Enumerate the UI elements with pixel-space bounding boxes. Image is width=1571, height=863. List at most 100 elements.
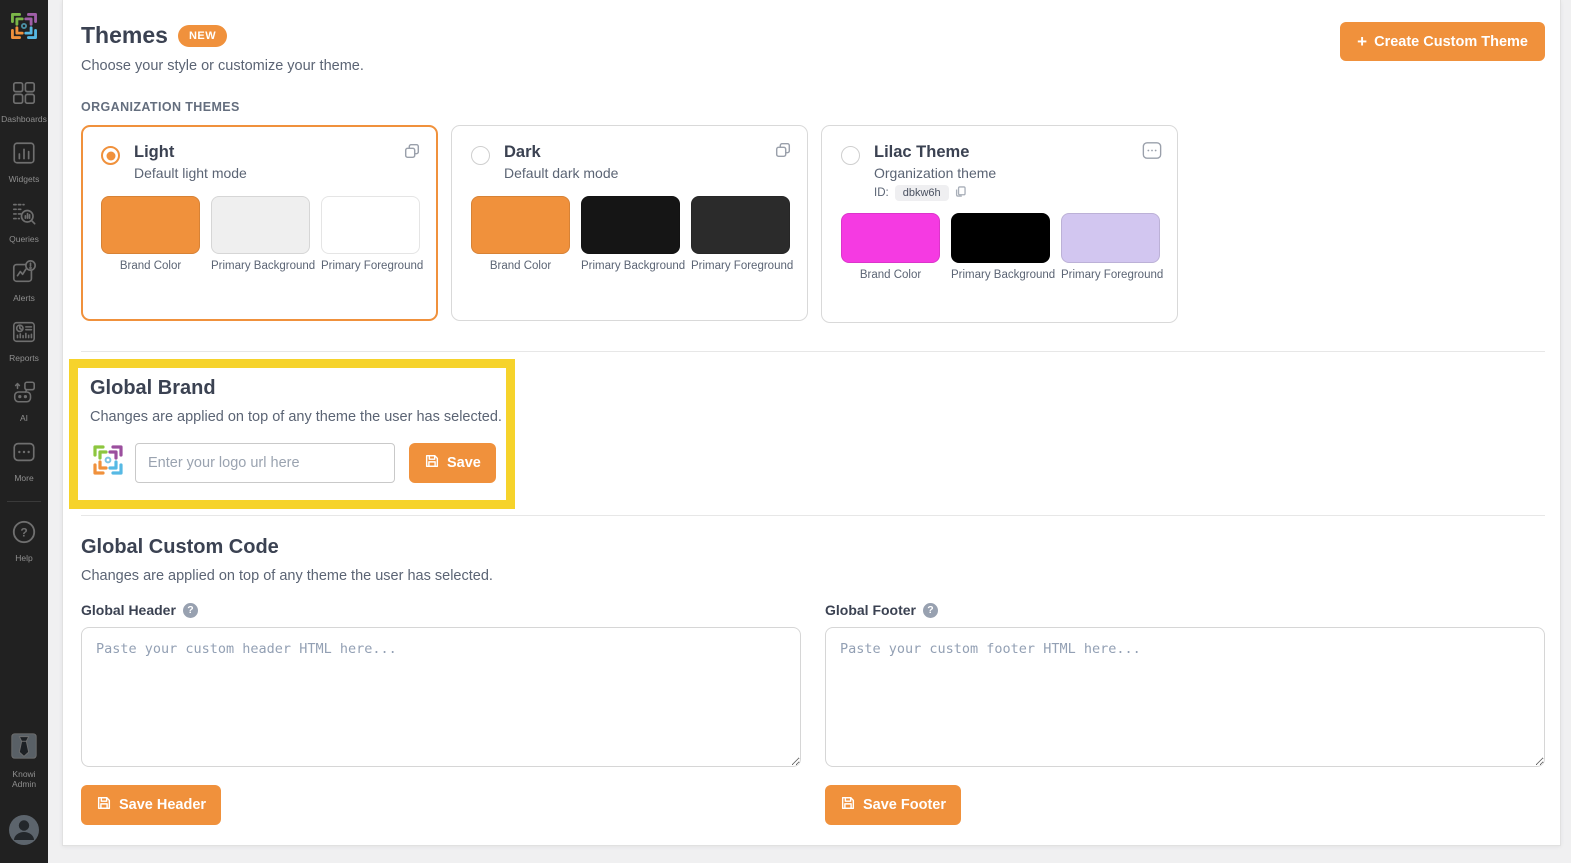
sidebar-divider	[7, 501, 41, 502]
sidebar-item-more[interactable]: More	[0, 432, 48, 492]
knowi-logo[interactable]	[8, 10, 40, 47]
swatch-label: Brand Color	[101, 260, 200, 272]
swatch-primary-foreground[interactable]	[691, 196, 790, 254]
dashboards-icon	[11, 80, 37, 111]
create-custom-theme-button[interactable]: + Create Custom Theme	[1340, 22, 1545, 61]
theme-name: Light	[134, 143, 247, 162]
sidebar-item-label: More	[14, 474, 33, 484]
global-custom-code-description: Changes are applied on top of any theme …	[81, 568, 1545, 584]
sidebar-item-queries[interactable]: Queries	[0, 193, 48, 253]
sidebar-item-label: Help	[15, 554, 32, 564]
swatch-label: Primary Background	[211, 260, 310, 272]
swatch-primary-foreground[interactable]	[321, 196, 420, 254]
queries-icon	[11, 200, 37, 231]
sidebar-item-label: AI	[20, 414, 28, 424]
global-footer-textarea[interactable]	[825, 627, 1545, 767]
brand-logo-preview	[90, 442, 126, 483]
save-icon	[840, 795, 856, 815]
section-divider	[81, 515, 1545, 516]
theme-id-value: dbkw6h	[895, 185, 949, 201]
page-subtitle: Choose your style or customize your them…	[81, 58, 364, 74]
copy-id-icon[interactable]	[949, 185, 967, 201]
global-brand-title: Global Brand	[90, 377, 506, 400]
reports-icon	[11, 319, 37, 350]
alerts-icon	[11, 259, 37, 290]
plus-icon: +	[1357, 33, 1367, 50]
swatch-brand-color[interactable]	[841, 213, 940, 263]
swatch-primary-background[interactable]	[211, 196, 310, 254]
copy-icon[interactable]	[403, 142, 421, 165]
save-header-button[interactable]: Save Header	[81, 785, 221, 825]
swatch-brand-color[interactable]	[471, 196, 570, 254]
svg-text:?: ?	[20, 526, 27, 540]
theme-card-dark[interactable]: Dark Default dark mode Brand Color Prima…	[451, 125, 808, 321]
swatch-primary-foreground[interactable]	[1061, 213, 1160, 263]
sidebar-item-alerts[interactable]: Alerts	[0, 252, 48, 312]
swatch-label: Primary Foreground	[1061, 269, 1160, 281]
swatch-label: Brand Color	[471, 260, 570, 272]
help-tooltip-icon[interactable]: ?	[923, 603, 938, 618]
sidebar-item-reports[interactable]: Reports	[0, 312, 48, 372]
global-brand-section-highlight: Global Brand Changes are applied on top …	[69, 359, 515, 509]
theme-description: Organization theme	[874, 165, 996, 181]
avatar[interactable]	[6, 812, 42, 853]
help-icon: ?	[11, 519, 37, 550]
save-footer-button[interactable]: Save Footer	[825, 785, 961, 825]
radio-dark[interactable]	[471, 146, 490, 165]
swatch-label: Primary Foreground	[691, 260, 790, 272]
theme-id-label: ID:	[874, 187, 889, 199]
theme-name: Lilac Theme	[874, 143, 996, 162]
sidebar-item-help[interactable]: ? Help	[0, 512, 48, 572]
global-custom-code-section: Global Custom Code Changes are applied o…	[81, 536, 1545, 825]
global-brand-description: Changes are applied on top of any theme …	[90, 409, 506, 425]
sidebar-item-label: Alerts	[13, 294, 35, 304]
themes-settings-panel: Themes NEW Choose your style or customiz…	[62, 0, 1561, 846]
radio-lilac[interactable]	[841, 146, 860, 165]
global-custom-code-title: Global Custom Code	[81, 536, 1545, 559]
sidebar-item-label: Dashboards	[1, 115, 47, 125]
sidebar-item-label: Knowi Admin	[3, 770, 45, 790]
swatch-label: Primary Foreground	[321, 260, 420, 272]
global-footer-label: Global Footer	[825, 602, 916, 618]
sidebar-item-ai[interactable]: AI	[0, 372, 48, 432]
copy-icon[interactable]	[774, 141, 792, 164]
more-icon	[11, 439, 37, 470]
global-footer-column: Global Footer ? Save Footer	[825, 588, 1545, 825]
widgets-icon	[11, 140, 37, 171]
save-icon	[424, 453, 440, 473]
theme-description: Default dark mode	[504, 165, 618, 181]
theme-name: Dark	[504, 143, 618, 162]
sidebar-item-knowi-admin[interactable]: Knowi Admin	[0, 724, 48, 798]
global-header-column: Global Header ? Save Header	[81, 588, 801, 825]
help-tooltip-icon[interactable]: ?	[183, 603, 198, 618]
sidebar-item-label: Queries	[9, 235, 39, 245]
sidebar-item-widgets[interactable]: Widgets	[0, 133, 48, 193]
theme-cards-row: Light Default light mode Brand Color Pri…	[81, 125, 1545, 323]
sidebar-item-label: Widgets	[9, 175, 40, 185]
swatch-brand-color[interactable]	[101, 196, 200, 254]
swatch-label: Primary Background	[951, 269, 1050, 281]
theme-card-lilac[interactable]: Lilac Theme Organization theme ID: dbkw6…	[821, 125, 1178, 323]
ai-icon	[11, 379, 37, 410]
global-header-textarea[interactable]	[81, 627, 801, 767]
swatch-label: Brand Color	[841, 269, 940, 281]
swatch-primary-background[interactable]	[581, 196, 680, 254]
logo-url-input[interactable]	[135, 443, 395, 483]
organization-themes-label: ORGANIZATION THEMES	[81, 100, 1545, 114]
page-title: Themes	[81, 22, 168, 49]
ellipsis-icon[interactable]	[1142, 141, 1162, 165]
save-brand-button[interactable]: Save	[409, 443, 496, 483]
new-badge: NEW	[178, 25, 227, 47]
theme-card-light[interactable]: Light Default light mode Brand Color Pri…	[81, 125, 438, 321]
sidebar-item-label: Reports	[9, 354, 39, 364]
theme-description: Default light mode	[134, 165, 247, 181]
global-header-label: Global Header	[81, 602, 176, 618]
section-divider	[81, 351, 1545, 352]
swatch-primary-background[interactable]	[951, 213, 1050, 263]
swatch-label: Primary Background	[581, 260, 680, 272]
sidebar: Dashboards Widgets Queries	[0, 0, 48, 863]
radio-light[interactable]	[101, 146, 120, 165]
sidebar-item-dashboards[interactable]: Dashboards	[0, 73, 48, 133]
admin-tie-icon	[9, 731, 39, 766]
save-icon	[96, 795, 112, 815]
